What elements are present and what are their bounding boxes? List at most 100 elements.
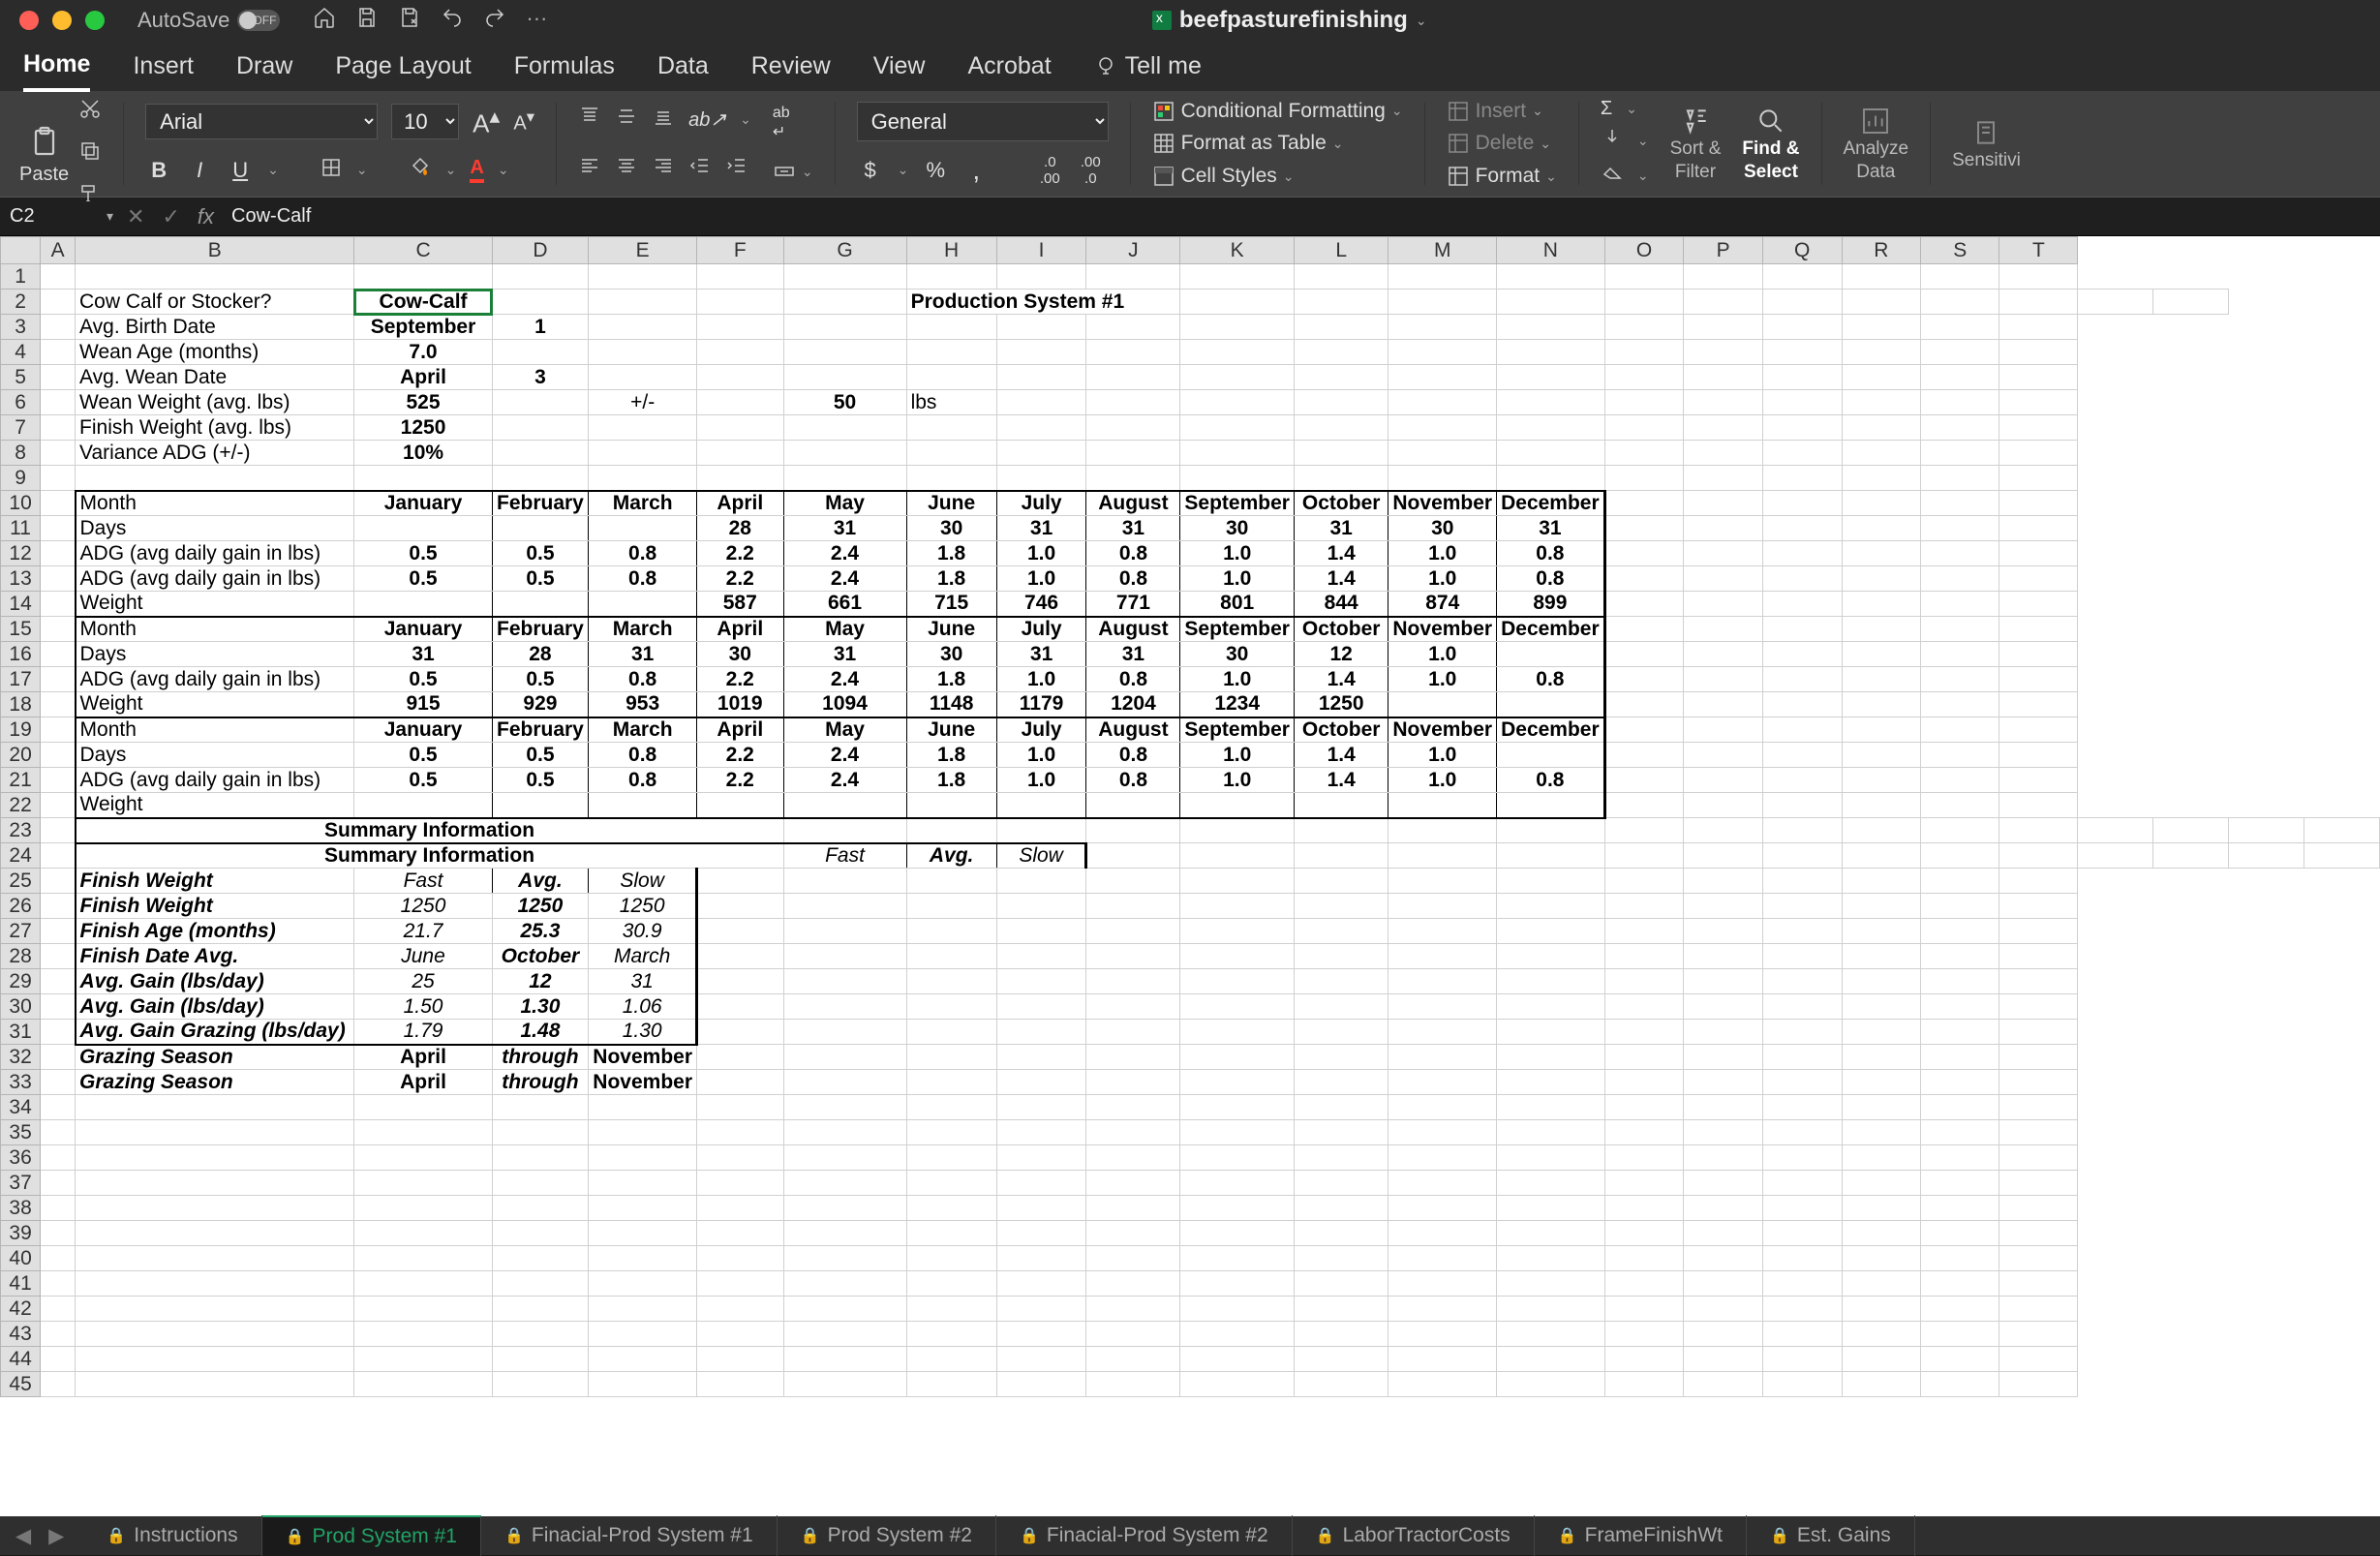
cell-C13[interactable]: 0.5 <box>354 566 492 592</box>
cell-I18[interactable]: 1179 <box>996 692 1086 717</box>
cell-M5[interactable] <box>1388 365 1497 390</box>
cell-M17[interactable]: 1.0 <box>1388 667 1497 692</box>
cell-B22[interactable]: Weight <box>76 793 354 818</box>
cell-O41[interactable] <box>1604 1271 1684 1297</box>
cell-Q3[interactable] <box>1762 315 1842 340</box>
cell-E43[interactable] <box>589 1322 697 1347</box>
cell-N7[interactable] <box>1497 415 1605 441</box>
cell-I41[interactable] <box>996 1271 1086 1297</box>
cell-Q2[interactable] <box>1921 290 1999 315</box>
cell-M9[interactable] <box>1388 466 1497 491</box>
cell-F25[interactable] <box>697 869 784 894</box>
cell-T2[interactable] <box>2153 290 2229 315</box>
cell-E25[interactable]: Slow <box>589 869 697 894</box>
cell-K13[interactable]: 1.0 <box>1180 566 1295 592</box>
cell-C14[interactable] <box>354 592 492 617</box>
row-header-18[interactable]: 18 <box>1 692 41 717</box>
cell-O43[interactable] <box>1604 1322 1684 1347</box>
cell-K17[interactable]: 1.0 <box>1180 667 1295 692</box>
underline-button[interactable]: U <box>227 158 254 183</box>
cell-I3[interactable] <box>996 315 1086 340</box>
cell-L6[interactable] <box>1294 390 1388 415</box>
cell-L14[interactable]: 844 <box>1294 592 1388 617</box>
cell-C41[interactable] <box>354 1271 492 1297</box>
cell-K27[interactable] <box>1180 919 1295 944</box>
cell-N44[interactable] <box>1497 1347 1605 1372</box>
col-header-S[interactable]: S <box>1921 237 1999 264</box>
cell-B4[interactable]: Wean Age (months) <box>76 340 354 365</box>
cell-K43[interactable] <box>1180 1322 1295 1347</box>
cell-Q44[interactable] <box>1762 1347 1842 1372</box>
cell-P43[interactable] <box>1684 1322 1762 1347</box>
cell-H31[interactable] <box>906 1020 996 1045</box>
cell-D35[interactable] <box>492 1120 589 1145</box>
cell-O39[interactable] <box>1604 1221 1684 1246</box>
cell-D34[interactable] <box>492 1095 589 1120</box>
sheet-tab-framefinishwt[interactable]: 🔒FrameFinishWt <box>1535 1515 1747 1556</box>
cell-F13[interactable]: 2.2 <box>697 566 784 592</box>
cell-A45[interactable] <box>41 1372 76 1397</box>
cell-P8[interactable] <box>1684 441 1762 466</box>
cell-J21[interactable]: 0.8 <box>1086 768 1180 793</box>
cell-R27[interactable] <box>1842 919 1921 944</box>
cell-S4[interactable] <box>1921 340 1999 365</box>
cell-C3[interactable]: September <box>354 315 492 340</box>
cell-B21[interactable]: ADG (avg daily gain in lbs) <box>76 768 354 793</box>
cell-E24[interactable]: Slow <box>996 843 1086 869</box>
cell-R32[interactable] <box>1842 1045 1921 1070</box>
cell-J23[interactable] <box>1497 818 1605 843</box>
cell-T12[interactable] <box>1999 541 2078 566</box>
cell-D1[interactable] <box>492 264 589 290</box>
cell-R15[interactable] <box>1842 617 1921 642</box>
cell-S26[interactable] <box>1921 894 1999 919</box>
cell-B33[interactable]: Grazing Season <box>76 1070 354 1095</box>
cell-A23[interactable] <box>41 818 76 843</box>
maximize-window[interactable] <box>85 11 105 30</box>
cell-P7[interactable] <box>1684 415 1762 441</box>
cell-L5[interactable] <box>1294 365 1388 390</box>
cell-D25[interactable]: Avg. <box>492 869 589 894</box>
cell-Q40[interactable] <box>1762 1246 1842 1271</box>
cell-R22[interactable] <box>1842 793 1921 818</box>
cell-S16[interactable] <box>1921 642 1999 667</box>
cell-N21[interactable]: 0.8 <box>1497 768 1605 793</box>
cell-B5[interactable]: Avg. Wean Date <box>76 365 354 390</box>
cell-B37[interactable] <box>76 1171 354 1196</box>
cell-F23[interactable] <box>1086 818 1180 843</box>
cell-I7[interactable] <box>996 415 1086 441</box>
cell-G31[interactable] <box>783 1020 906 1045</box>
cell-Q32[interactable] <box>1762 1045 1842 1070</box>
cell-M11[interactable]: 30 <box>1388 516 1497 541</box>
cell-E16[interactable]: 31 <box>589 642 697 667</box>
cell-E9[interactable] <box>589 466 697 491</box>
sheet-tab-finacial-prod-system-1[interactable]: 🔒Finacial-Prod System #1 <box>481 1515 778 1556</box>
cell-I44[interactable] <box>996 1347 1086 1372</box>
cell-R39[interactable] <box>1842 1221 1921 1246</box>
cell-J3[interactable] <box>1086 315 1180 340</box>
cell-L24[interactable] <box>1684 843 1762 869</box>
cell-J19[interactable]: August <box>1086 717 1180 743</box>
cell-E45[interactable] <box>589 1372 697 1397</box>
cell-S15[interactable] <box>1921 617 1999 642</box>
formula-input[interactable] <box>228 201 2380 231</box>
col-header-H[interactable]: H <box>906 237 996 264</box>
cell-L34[interactable] <box>1294 1095 1388 1120</box>
cell-M29[interactable] <box>1388 969 1497 994</box>
cell-P5[interactable] <box>1684 365 1762 390</box>
cell-M44[interactable] <box>1388 1347 1497 1372</box>
col-header-M[interactable]: M <box>1388 237 1497 264</box>
align-middle-icon[interactable] <box>615 105 638 134</box>
cell-N43[interactable] <box>1497 1322 1605 1347</box>
decrease-indent-icon[interactable] <box>688 154 712 183</box>
cell-I22[interactable] <box>996 793 1086 818</box>
col-header-F[interactable]: F <box>697 237 784 264</box>
row-header-10[interactable]: 10 <box>1 491 41 516</box>
cell-J30[interactable] <box>1086 994 1180 1020</box>
cell-N35[interactable] <box>1497 1120 1605 1145</box>
analyze-data-button[interactable]: Analyze Data <box>1844 97 1909 191</box>
cell-L17[interactable]: 1.4 <box>1294 667 1388 692</box>
cell-N39[interactable] <box>1497 1221 1605 1246</box>
cell-G22[interactable] <box>783 793 906 818</box>
cell-R35[interactable] <box>1842 1120 1921 1145</box>
cell-E33[interactable]: November <box>589 1070 697 1095</box>
